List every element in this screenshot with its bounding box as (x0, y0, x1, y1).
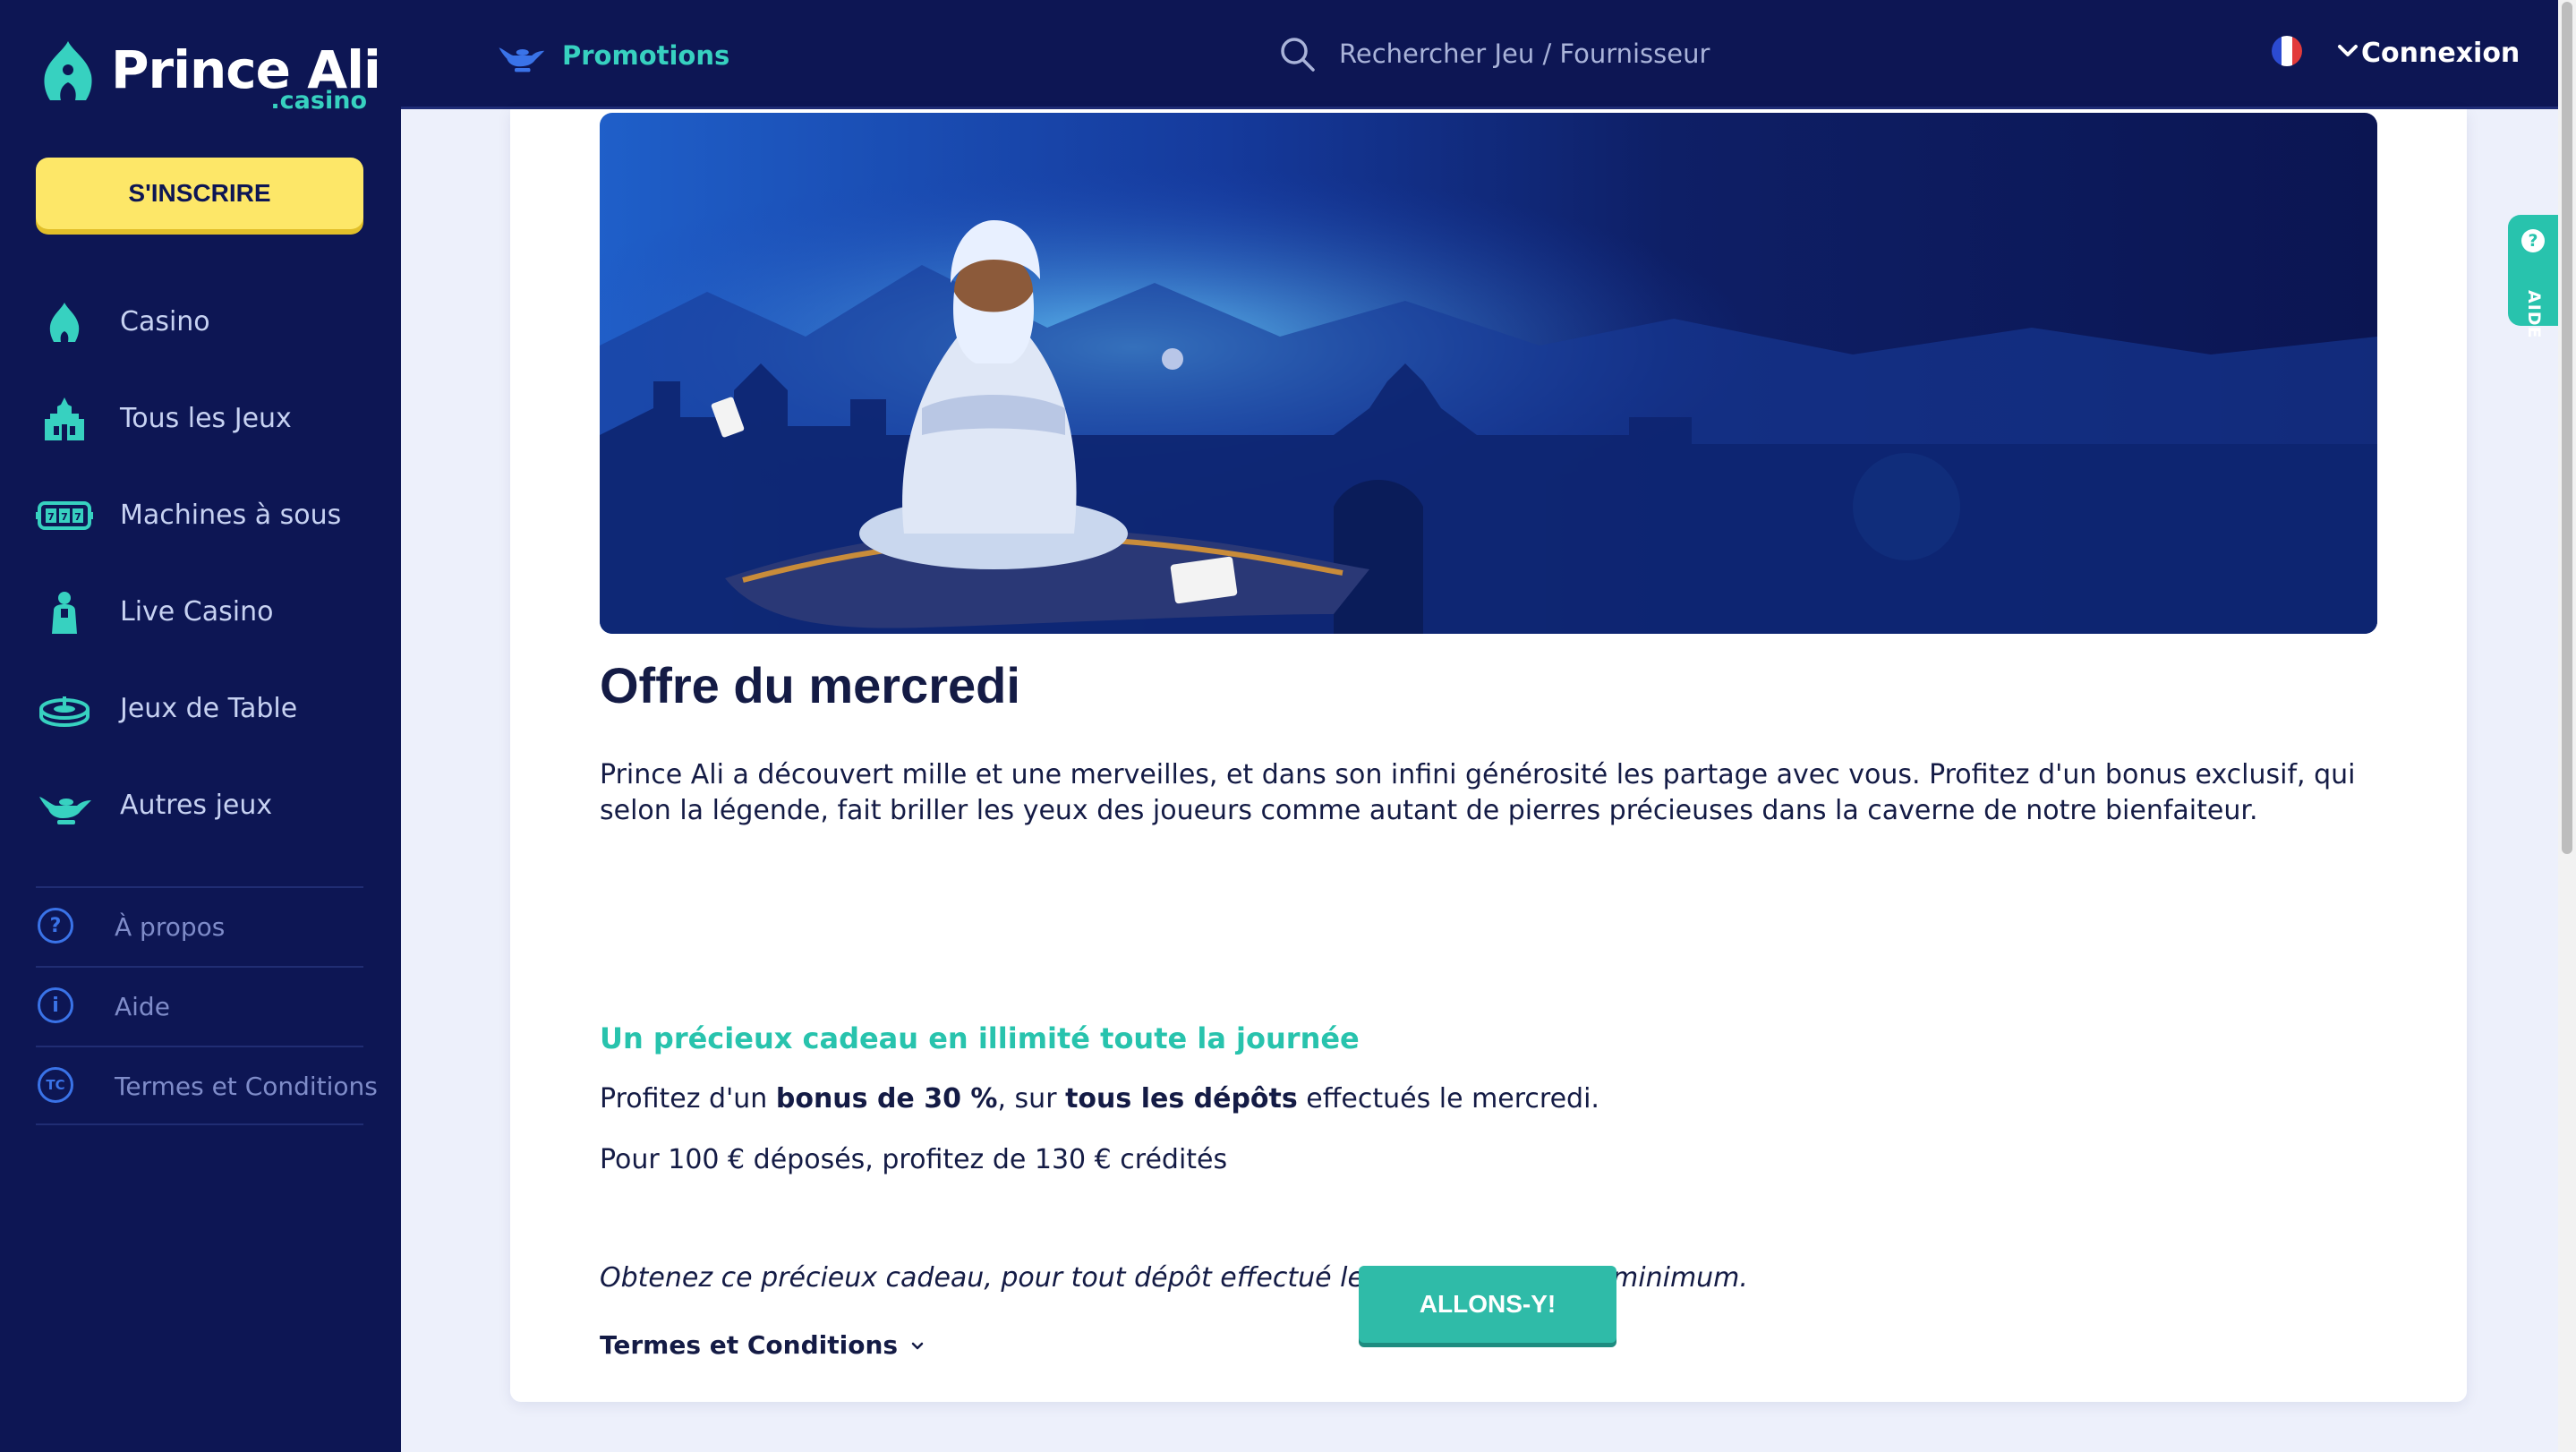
dealer-icon (52, 592, 77, 634)
promo-bonus-line: Profitez d'un bonus de 30 %, sur tous le… (600, 1080, 1599, 1119)
magic-lamp-icon (39, 797, 91, 824)
svg-text:7: 7 (61, 511, 68, 523)
bonus-percentage: bonus de 30 % (775, 1083, 998, 1115)
svg-text:7: 7 (74, 511, 81, 523)
chevron-down-icon[interactable] (2334, 38, 2361, 64)
sidebar-item-terms[interactable]: TC Termes et Conditions (36, 1046, 378, 1125)
promotions-label: Promotions (562, 40, 730, 71)
sidebar-item-label: Termes et Conditions (115, 1072, 378, 1101)
login-button[interactable]: Connexion (2361, 34, 2520, 73)
bonus-line-part: effectués le mercredi. (1297, 1083, 1599, 1115)
signup-button[interactable]: S'INSCRIRE (36, 158, 363, 229)
palace-dome-logo-icon (44, 41, 92, 100)
info-circle-icon: i (38, 987, 73, 1023)
sidebar-nav: Casino Tous les Jeux 7 7 7 Machines à so… (0, 274, 401, 854)
sidebar-item-label: Autres jeux (120, 790, 273, 821)
search-bar (1278, 27, 1779, 81)
help-side-tab-label: AIDE (2524, 290, 2544, 339)
sidebar-item-slots[interactable]: 7 7 7 Machines à sous (0, 467, 401, 564)
sidebar-item-label: Casino (120, 306, 210, 337)
brand-logo[interactable]: Prince Ali .casino (36, 36, 381, 125)
terms-toggle-label: Termes et Conditions (600, 1330, 899, 1360)
search-icon (1281, 38, 1315, 72)
sidebar-item-label: Tous les Jeux (120, 403, 292, 434)
promo-intro-text: Prince Ali a découvert mille et une merv… (600, 759, 2356, 826)
palace-building-icon (45, 397, 84, 440)
sidebar-item-about[interactable]: ? À propos (36, 886, 363, 966)
question-circle-icon: ? (38, 908, 73, 944)
promo-example-line: Pour 100 € déposés, profitez de 130 € cr… (600, 1144, 1228, 1175)
brand-tld: .casino (270, 87, 367, 115)
question-circle-icon: ? (2521, 229, 2545, 252)
magic-lamp-icon (499, 47, 545, 73)
promotions-link[interactable]: Promotions (494, 30, 729, 81)
sidebar-item-live-casino[interactable]: Live Casino (0, 564, 401, 661)
top-bar: Promotions Connexion (401, 0, 2558, 109)
promotion-card: Offre du mercredi Prince Ali a découvert… (510, 109, 2467, 1402)
roulette-table-icon (39, 696, 90, 728)
promo-subheading: Un précieux cadeau en illimité toute la … (600, 1021, 1360, 1055)
search-input[interactable] (1339, 38, 1769, 69)
sidebar-item-label: Live Casino (120, 596, 274, 628)
scrollbar-thumb[interactable] (2562, 2, 2572, 854)
genie-on-flying-carpet-illustration (600, 113, 2377, 634)
sidebar-item-other-games[interactable]: Autres jeux (0, 757, 401, 854)
sidebar-item-label: À propos (115, 912, 226, 942)
france-flag-icon[interactable] (2272, 36, 2302, 66)
sidebar-item-casino[interactable]: Casino (0, 274, 401, 371)
sidebar-item-label: Aide (115, 992, 170, 1021)
terms-toggle[interactable]: Termes et Conditions (600, 1327, 926, 1364)
sidebar: Prince Ali .casino S'INSCRIRE Casino Tou… (0, 0, 401, 1452)
sidebar-item-help[interactable]: i Aide (36, 966, 363, 1046)
sidebar-info-links: ? À propos i Aide TC Termes et Condition… (36, 886, 378, 1125)
help-side-tab[interactable]: ? AIDE (2508, 215, 2560, 339)
sidebar-item-all-games[interactable]: Tous les Jeux (0, 371, 401, 467)
chevron-down-icon (911, 1342, 924, 1350)
page-title: Offre du mercredi (600, 657, 1020, 713)
sidebar-item-table-games[interactable]: Jeux de Table (0, 661, 401, 757)
svg-text:7: 7 (47, 511, 55, 523)
sidebar-item-label: Machines à sous (120, 500, 342, 531)
sidebar-item-label: Jeux de Table (120, 693, 298, 724)
slot-machine-icon: 7 7 7 (36, 501, 93, 530)
tc-circle-icon: TC (38, 1067, 73, 1103)
cta-button[interactable]: ALLONS-Y! (1359, 1266, 1616, 1343)
bonus-line-part: Profitez d'un (600, 1083, 776, 1115)
bonus-scope: tous les dépôts (1065, 1083, 1298, 1115)
bonus-line-part: , sur (997, 1083, 1066, 1115)
promotion-banner-image (600, 113, 2377, 634)
palace-dome-icon (49, 303, 80, 342)
